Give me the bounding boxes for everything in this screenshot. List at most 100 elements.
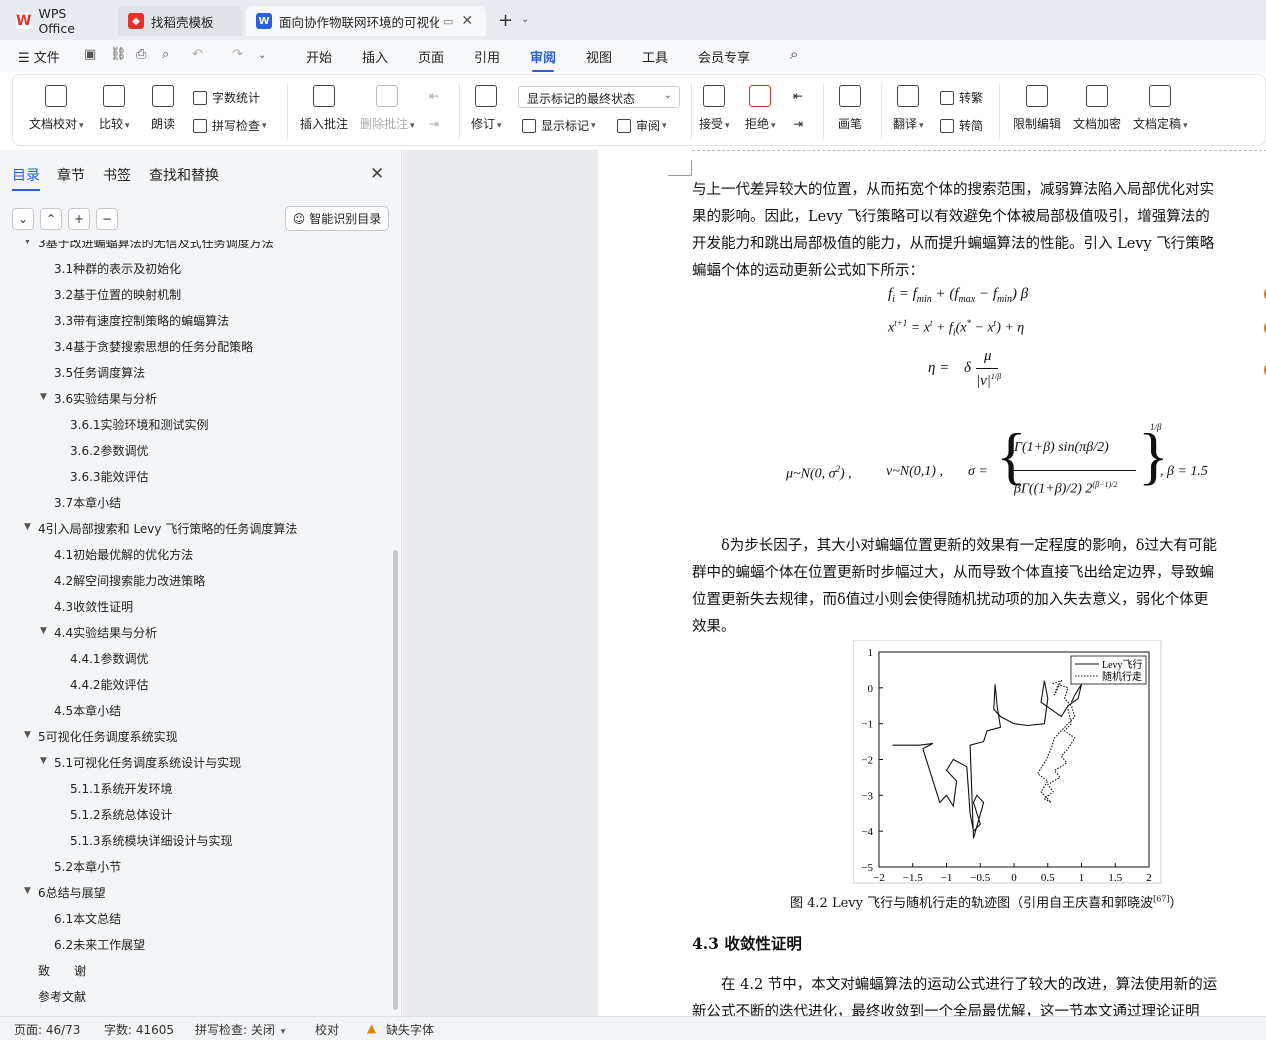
markup-state-select[interactable]: 显示标记的最终状态 ⌄ bbox=[518, 86, 680, 108]
menu-view[interactable]: 视图 bbox=[586, 47, 612, 66]
collapse-up-icon[interactable]: ⌃ bbox=[40, 208, 62, 230]
doc-check-button[interactable]: 文档校对 ▾ bbox=[29, 85, 84, 132]
undo-icon[interactable]: ↶ bbox=[192, 47, 203, 62]
read-aloud-button[interactable]: 朗读 bbox=[151, 85, 175, 132]
panel-tab-find-replace[interactable]: 查找和替换 bbox=[149, 165, 219, 185]
toc-item[interactable]: 致 谢 bbox=[0, 962, 390, 982]
panel-tab-toc[interactable]: 目录 bbox=[12, 165, 40, 191]
insert-comment-button[interactable]: 插入批注 bbox=[300, 85, 348, 132]
toc-item[interactable]: 3.2基于位置的映射机制 bbox=[0, 286, 390, 306]
close-tab-icon[interactable]: ✕ bbox=[461, 13, 473, 29]
to-simplified-button[interactable]: 转简 bbox=[940, 117, 983, 134]
toc-item[interactable]: 3.1种群的表示及初始化 bbox=[0, 260, 390, 280]
page-indicator[interactable]: 页面: 46/73 bbox=[14, 1021, 80, 1038]
word-count-indicator[interactable]: 字数: 41605 bbox=[104, 1021, 174, 1038]
menu-review[interactable]: 审阅 bbox=[530, 47, 556, 72]
toc-item[interactable]: 5.1.2系统总体设计 bbox=[0, 806, 390, 826]
next-comment-icon[interactable]: ⇥ bbox=[429, 117, 439, 131]
toc-item[interactable]: 3.6.3能效评估 bbox=[0, 468, 390, 488]
tab-list-chevron-icon[interactable]: ⌄ bbox=[521, 14, 529, 25]
accept-button[interactable]: 接受 ▾ bbox=[699, 85, 730, 132]
search-icon[interactable]: ⌕ bbox=[790, 45, 798, 63]
collapse-arrow-icon[interactable]: ▼ bbox=[24, 730, 31, 740]
translate-button[interactable]: 翻译 ▾ bbox=[893, 85, 924, 132]
tab-docer[interactable]: ◆ 找稻壳模板 bbox=[118, 6, 242, 36]
toc-item[interactable]: ▼ 4.4实验结果与分析 bbox=[0, 624, 390, 644]
link-icon[interactable]: ⛓ bbox=[110, 47, 127, 62]
toc-item[interactable]: 5.1.3系统模块详细设计与实现 bbox=[0, 832, 390, 852]
toc-item[interactable]: ▼ 5.1可视化任务调度系统设计与实现 bbox=[0, 754, 390, 774]
toc-item[interactable]: ▼ 3基于改进蝙蝠算法的无信及式任务调度方法 bbox=[0, 240, 390, 254]
pen-button[interactable]: 画笔 bbox=[838, 85, 862, 132]
menu-member[interactable]: 会员专享 bbox=[698, 47, 750, 66]
reject-button[interactable]: 拒绝 ▾ bbox=[745, 85, 776, 132]
expand-down-icon[interactable]: ⌄ bbox=[12, 208, 34, 230]
restrict-edit-button[interactable]: 限制编辑 bbox=[1013, 85, 1061, 132]
missing-font-status[interactable]: 缺失字体 bbox=[386, 1021, 434, 1038]
encrypt-button[interactable]: 文档加密 bbox=[1073, 85, 1121, 132]
proof-status[interactable]: 校对 bbox=[315, 1021, 339, 1038]
toc-item[interactable]: 3.4基于贪婪搜索思想的任务分配策略 bbox=[0, 338, 390, 358]
collapse-arrow-icon[interactable]: ▼ bbox=[40, 756, 47, 766]
review-pane-button[interactable]: 审阅 ▾ bbox=[617, 117, 667, 134]
save-icon[interactable]: ▣ bbox=[84, 47, 96, 62]
toc-item[interactable]: ▼ 4引入局部搜索和 Levy 飞行策略的任务调度算法 bbox=[0, 520, 390, 540]
toc-item[interactable]: 3.6.1实验环境和测试实例 bbox=[0, 416, 390, 436]
toc-item[interactable]: 6.2未来工作展望 bbox=[0, 936, 390, 956]
menu-reference[interactable]: 引用 bbox=[474, 47, 500, 66]
new-tab-button[interactable]: + bbox=[498, 10, 513, 31]
toc-item[interactable]: 4.2解空间搜索能力改进策略 bbox=[0, 572, 390, 592]
file-menu[interactable]: ☰ 文件 bbox=[18, 47, 60, 66]
spell-check-button[interactable]: 拼写检查 ▾ bbox=[193, 117, 267, 134]
print-icon[interactable]: ⎙ bbox=[136, 47, 146, 62]
collapse-arrow-icon[interactable]: ▼ bbox=[24, 886, 31, 896]
toc-item[interactable]: 3.5任务调度算法 bbox=[0, 364, 390, 384]
show-markup-button[interactable]: 显示标记 ▾ bbox=[522, 117, 596, 134]
tab-wps-office[interactable]: W WPS Office bbox=[6, 6, 114, 36]
menu-insert[interactable]: 插入 bbox=[362, 47, 388, 66]
collapse-arrow-icon[interactable]: ▼ bbox=[40, 626, 47, 636]
toc-item[interactable]: 4.4.1参数调优 bbox=[0, 650, 390, 670]
collapse-arrow-icon[interactable]: ▼ bbox=[24, 522, 31, 532]
spell-check-status[interactable]: 拼写检查: 关闭 ▾ bbox=[195, 1021, 285, 1038]
menu-start[interactable]: 开始 bbox=[306, 47, 332, 66]
panel-tab-sections[interactable]: 章节 bbox=[57, 165, 85, 185]
prev-change-icon[interactable]: ⇤ bbox=[793, 89, 803, 103]
redo-icon[interactable]: ↷ bbox=[232, 47, 243, 62]
quick-access-chevron-icon[interactable]: ⌄ bbox=[258, 50, 266, 61]
revise-button[interactable]: 修订 ▾ bbox=[471, 85, 502, 132]
toc-item[interactable]: 6.1本文总结 bbox=[0, 910, 390, 930]
smart-toc-button[interactable]: ☺ 智能识别目录 bbox=[285, 206, 389, 231]
toc-item[interactable]: ▼ 3.6实验结果与分析 bbox=[0, 390, 390, 410]
menu-page[interactable]: 页面 bbox=[418, 47, 444, 66]
toc-item[interactable]: 3.7本章小结 bbox=[0, 494, 390, 514]
toc-scrollbar[interactable] bbox=[393, 550, 398, 1010]
toc-item[interactable]: 4.5本章小结 bbox=[0, 702, 390, 722]
prev-comment-icon[interactable]: ⇤ bbox=[429, 89, 439, 103]
menu-tools[interactable]: 工具 bbox=[642, 47, 668, 66]
toc-item[interactable]: 3.6.2参数调优 bbox=[0, 442, 390, 462]
toc-item[interactable]: 5.2本章小节 bbox=[0, 858, 390, 878]
collapse-arrow-icon[interactable]: ▼ bbox=[40, 392, 47, 402]
tab-document[interactable]: W 面向协作物联网环境的可视化 ▭ ✕ bbox=[246, 6, 486, 36]
next-change-icon[interactable]: ⇥ bbox=[793, 117, 803, 131]
compare-button[interactable]: 比较 ▾ bbox=[99, 85, 130, 132]
delete-comment-button[interactable]: 删除批注 ▾ bbox=[360, 85, 415, 132]
panel-tab-bookmarks[interactable]: 书签 bbox=[103, 165, 131, 185]
toc-item[interactable]: 4.4.2能效评估 bbox=[0, 676, 390, 696]
monitor-icon[interactable]: ▭ bbox=[443, 15, 453, 28]
toc-item[interactable]: ▼ 6总结与展望 bbox=[0, 884, 390, 904]
to-traditional-button[interactable]: 转繁 bbox=[940, 89, 983, 106]
toc-item[interactable]: 5.1.1系统开发环境 bbox=[0, 780, 390, 800]
word-count-button[interactable]: 字数统计 bbox=[193, 89, 260, 106]
finalize-button[interactable]: 文档定稿 ▾ bbox=[1133, 85, 1188, 132]
toc-item[interactable]: 4.1初始最优解的优化方法 bbox=[0, 546, 390, 566]
collapse-arrow-icon[interactable]: ▼ bbox=[24, 240, 31, 246]
toc-item[interactable]: 3.3带有速度控制策略的蝙蝠算法 bbox=[0, 312, 390, 332]
remove-heading-icon[interactable]: − bbox=[96, 208, 118, 230]
print-preview-icon[interactable]: ⌕ bbox=[162, 47, 169, 62]
toc-item[interactable]: ▼ 5可视化任务调度系统实现 bbox=[0, 728, 390, 748]
toc-item[interactable]: 4.3收敛性证明 bbox=[0, 598, 390, 618]
toc-item[interactable]: 参考文献 bbox=[0, 988, 390, 1008]
add-heading-icon[interactable]: + bbox=[68, 208, 90, 230]
